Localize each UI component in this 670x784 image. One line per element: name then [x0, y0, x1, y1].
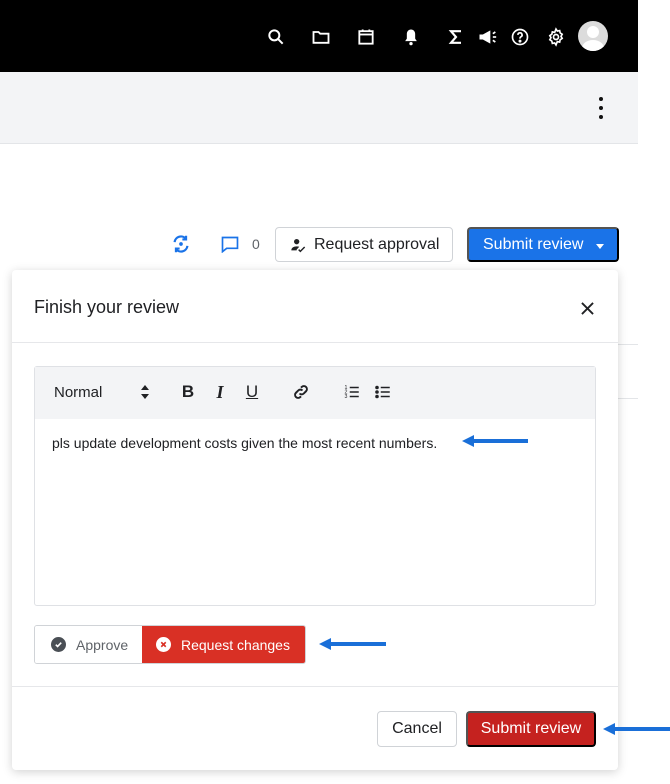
- dialog-title: Finish your review: [34, 297, 180, 317]
- annotation-arrow: [319, 638, 386, 650]
- review-comment-text: pls update development costs given the m…: [52, 435, 438, 451]
- sub-header-bar: [0, 72, 638, 144]
- x-circle-icon: [156, 637, 171, 652]
- user-check-icon: [291, 238, 306, 252]
- calendar-icon[interactable]: [355, 26, 377, 48]
- search-icon[interactable]: [265, 26, 287, 48]
- annotation-arrow: [462, 435, 528, 447]
- submit-review-dropdown-button[interactable]: Submit review: [467, 227, 619, 262]
- finish-review-dialog: Finish your review Normal B I U 123 pls …: [12, 270, 618, 770]
- approve-option[interactable]: Approve: [35, 626, 142, 663]
- help-icon[interactable]: [509, 26, 531, 48]
- megaphone-icon[interactable]: [476, 26, 498, 48]
- avatar-head: [587, 26, 599, 38]
- avatar[interactable]: [578, 21, 608, 51]
- annotation-arrow: [603, 723, 670, 735]
- top-navigation-bar: [0, 0, 638, 72]
- avatar-body: [582, 40, 604, 51]
- submit-review-top-label: Submit review: [483, 235, 584, 253]
- cancel-button[interactable]: Cancel: [377, 711, 457, 747]
- request-changes-label: Request changes: [181, 636, 290, 653]
- select-arrows-icon: [140, 384, 150, 400]
- format-select[interactable]: Normal: [54, 384, 102, 401]
- request-approval-label: Request approval: [314, 235, 440, 253]
- sync-icon[interactable]: [170, 233, 192, 255]
- comment-count: 0: [252, 236, 260, 252]
- chevron-down-icon: [596, 244, 604, 249]
- background-divider: [618, 344, 638, 345]
- close-icon[interactable]: [576, 297, 598, 319]
- background-divider: [618, 398, 638, 399]
- dialog-footer-divider: [12, 686, 618, 687]
- annotation-arrow-shaft: [472, 439, 528, 443]
- editor-toolbar: Normal B I U 123: [35, 367, 595, 419]
- review-decision-toggle: Approve Request changes: [34, 625, 306, 664]
- annotation-arrow-shaft: [613, 727, 670, 731]
- more-options-icon[interactable]: [592, 97, 610, 119]
- bullet-list-icon[interactable]: [373, 382, 393, 402]
- folder-icon[interactable]: [310, 26, 332, 48]
- annotation-arrow-shaft: [329, 642, 386, 646]
- rich-text-editor[interactable]: Normal B I U 123 pls update development …: [34, 366, 596, 606]
- dialog-header-divider: [12, 342, 618, 343]
- italic-button[interactable]: I: [210, 382, 230, 402]
- ordered-list-icon[interactable]: 123: [342, 382, 362, 402]
- underline-button[interactable]: U: [242, 382, 262, 402]
- svg-text:3: 3: [345, 394, 348, 400]
- submit-review-button[interactable]: Submit review: [466, 711, 596, 747]
- bell-icon[interactable]: [400, 26, 422, 48]
- request-changes-option[interactable]: Request changes: [142, 626, 305, 663]
- link-icon[interactable]: [291, 382, 311, 402]
- comment-icon[interactable]: [220, 235, 240, 254]
- approve-label: Approve: [76, 636, 129, 653]
- gear-icon[interactable]: [545, 26, 567, 48]
- bold-button[interactable]: B: [178, 382, 198, 402]
- check-circle-icon: [51, 637, 66, 652]
- sigma-icon[interactable]: [445, 26, 467, 48]
- request-approval-button[interactable]: Request approval: [275, 227, 453, 262]
